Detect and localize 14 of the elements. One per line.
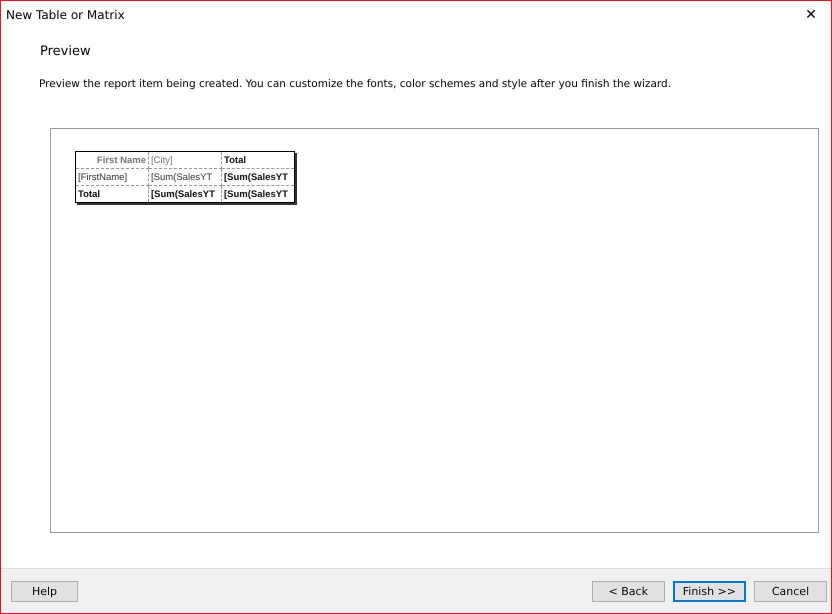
dialog-button[interactable]: Help <box>11 580 78 602</box>
page-heading: Preview <box>40 44 92 59</box>
table-cell: [Sum(SalesYT <box>148 186 222 202</box>
dialog-button[interactable]: < Back <box>592 580 665 602</box>
table-cell: [FirstName] <box>76 168 148 186</box>
dialog-button[interactable]: Cancel <box>754 580 827 602</box>
table-cell: [City] <box>148 152 222 168</box>
table-cell: Total <box>76 186 148 202</box>
window-title: New Table or Matrix <box>6 8 125 22</box>
dialog-button[interactable]: Finish >> <box>672 580 746 602</box>
table-cell: [Sum(SalesYT <box>148 168 222 186</box>
description-text: Preview the report item being created. You can customize the fonts, color schemes and style after you finish the wizard. <box>39 78 672 90</box>
table-cell: First Name <box>76 152 148 168</box>
close-icon[interactable]: ✕ <box>791 7 831 23</box>
